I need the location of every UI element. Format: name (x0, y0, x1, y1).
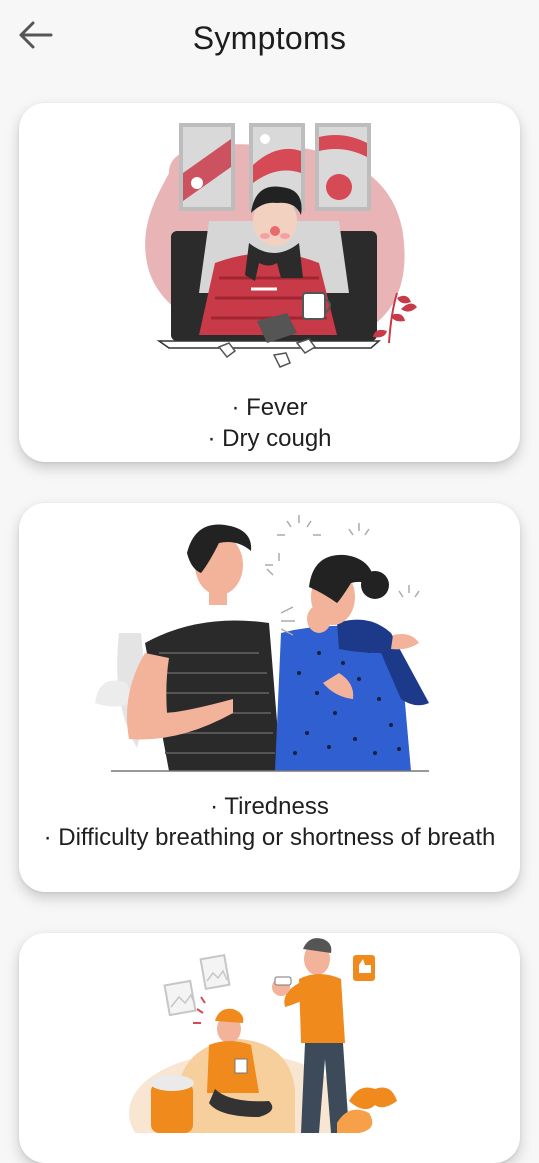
sick-person-with-caregiver-illustration (129, 938, 397, 1133)
symptom-card-tiredness: · Tiredness · Difficulty breathing or sh… (19, 503, 520, 892)
symptom-item: · Dry cough (207, 425, 332, 452)
app-header: Symptoms (0, 0, 539, 90)
symptom-item: · Tiredness (210, 793, 329, 820)
symptom-list: · Fever · Dry cough (29, 392, 510, 454)
symptom-card-3 (19, 933, 520, 1163)
symptom-card-fever: · Fever · Dry cough (19, 103, 520, 462)
sick-person-in-bed-illustration (145, 123, 417, 368)
symptom-item: · Difficulty breathing or shortness of b… (43, 824, 496, 851)
symptom-list: · Tiredness · Difficulty breathing or sh… (29, 791, 510, 853)
page-title: Symptoms (192, 20, 347, 56)
coughing-woman-and-man-illustration (95, 515, 429, 772)
symptom-item: · Fever (231, 394, 308, 421)
